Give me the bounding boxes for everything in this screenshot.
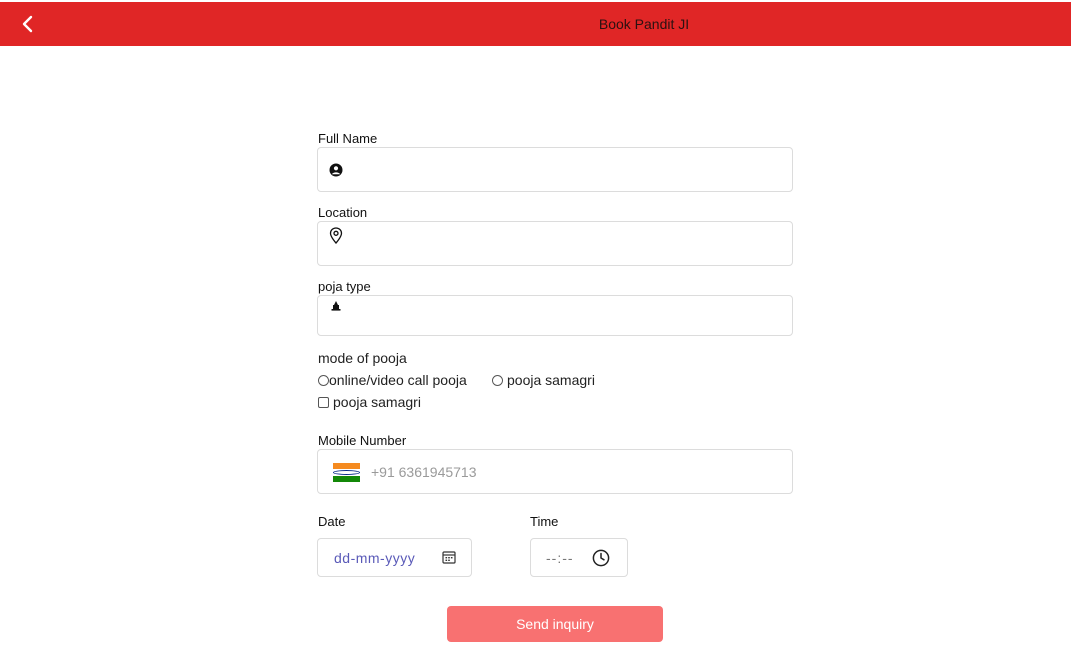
mobile-number-field [317, 449, 793, 494]
pooja-samagri-radio-option[interactable]: pooja samagri [492, 372, 595, 388]
mode-of-pooja-label: mode of pooja [318, 350, 407, 366]
date-placeholder: dd-mm-yyyy [334, 550, 416, 566]
india-flag-icon[interactable] [333, 463, 360, 482]
location-input[interactable] [318, 222, 792, 265]
online-video-call-label: online/video call pooja [329, 372, 467, 388]
pooja-type-label: poja type [318, 279, 371, 294]
user-circle-icon [328, 162, 344, 178]
pooja-samagri-checkbox-label: pooja samagri [333, 394, 421, 410]
online-video-call-option[interactable]: online/video call pooja [318, 372, 467, 388]
location-label: Location [318, 205, 368, 220]
page-title: Book Pandit JI [598, 16, 690, 32]
date-input[interactable]: dd-mm-yyyy [317, 538, 472, 577]
temple-icon [328, 298, 344, 314]
online-video-call-radio[interactable] [318, 374, 329, 386]
full-name-input[interactable] [318, 148, 792, 191]
calendar-icon[interactable] [442, 550, 456, 569]
app-header: Book Pandit JI [0, 2, 1071, 46]
time-placeholder: --:-- [546, 550, 574, 566]
pooja-type-field [317, 295, 793, 336]
mobile-number-input[interactable] [318, 450, 792, 493]
clock-icon[interactable] [592, 549, 610, 572]
pooja-samagri-radio[interactable] [492, 374, 503, 386]
send-inquiry-button[interactable]: Send inquiry [447, 606, 663, 642]
full-name-field [317, 147, 793, 192]
date-label: Date [318, 514, 346, 529]
pooja-samagri-checkbox[interactable] [318, 396, 329, 408]
pooja-samagri-radio-label: pooja samagri [507, 372, 595, 388]
time-label: Time [530, 514, 559, 529]
time-input[interactable]: --:-- [530, 538, 628, 577]
pooja-type-input[interactable] [318, 296, 792, 335]
location-field [317, 221, 793, 266]
full-name-label: Full Name [318, 131, 378, 146]
mobile-number-label: Mobile Number [318, 433, 407, 448]
pooja-samagri-checkbox-option[interactable]: pooja samagri [318, 394, 421, 410]
map-pin-icon [328, 226, 344, 244]
